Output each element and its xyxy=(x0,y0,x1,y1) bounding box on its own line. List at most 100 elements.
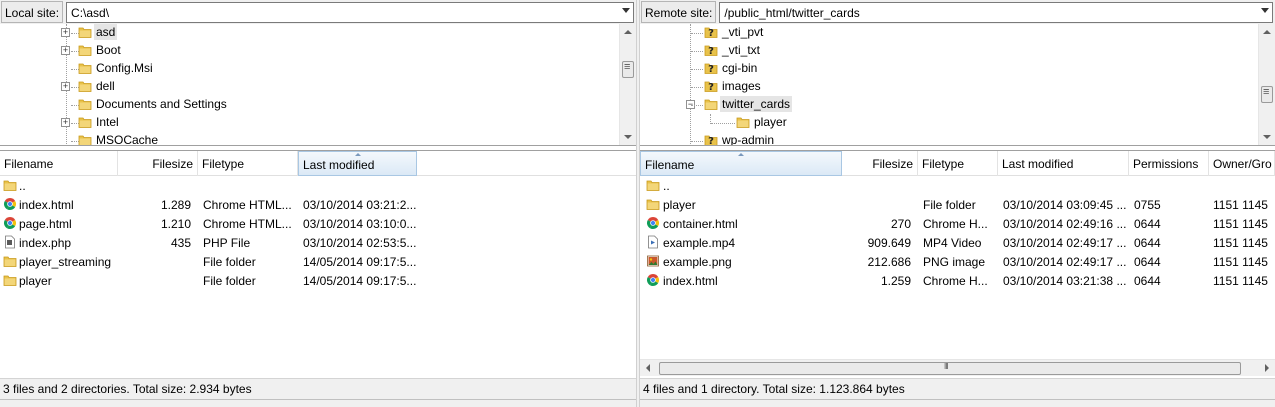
scroll-thumb[interactable] xyxy=(622,61,634,78)
tree-item[interactable]: ? _vti_pvt xyxy=(640,24,1250,42)
local-status-bar: 3 files and 2 directories. Total size: 2… xyxy=(0,378,636,399)
scroll-up-icon[interactable] xyxy=(624,30,632,34)
scroll-down-icon[interactable] xyxy=(624,135,632,139)
folder-icon xyxy=(78,97,92,114)
local-file-list[interactable]: Filename Filesize Filetype Last modified… xyxy=(0,150,636,376)
cell-name: index.html xyxy=(19,198,74,212)
col-last-modified[interactable]: Last modified xyxy=(998,151,1129,176)
expand-toggle-icon[interactable]: + xyxy=(61,46,70,55)
remote-file-list[interactable]: Filename Filesize Filetype Last modified… xyxy=(640,150,1275,376)
unknown-folder-icon: ? xyxy=(704,79,718,96)
table-row[interactable]: .. xyxy=(640,177,1275,196)
tree-item[interactable]: Config.Msi xyxy=(0,60,610,78)
remote-bottom-edge xyxy=(640,399,1275,407)
cell-perms: 0644 xyxy=(1134,255,1161,269)
tree-item[interactable]: ? cgi-bin xyxy=(640,60,1250,78)
table-row[interactable]: index.html 1.289 Chrome HTML... 03/10/2014 … xyxy=(0,196,636,215)
cell-owner: 1151 1145 xyxy=(1213,217,1268,231)
col-filename[interactable]: Filename xyxy=(0,151,118,176)
cell-modified: 03/10/2014 03:10:0... xyxy=(303,217,416,231)
scroll-up-icon[interactable] xyxy=(1263,30,1271,34)
folder-icon xyxy=(736,115,750,132)
tree-guide-line xyxy=(691,69,703,70)
sort-indicator-icon xyxy=(355,153,361,156)
remote-list-hscrollbar[interactable] xyxy=(640,359,1275,376)
chevron-down-icon[interactable] xyxy=(1261,7,1269,13)
col-filesize[interactable]: Filesize xyxy=(842,151,918,176)
cell-type: File folder xyxy=(923,198,976,212)
tree-item-label: cgi-bin xyxy=(722,61,758,75)
tree-item[interactable]: − twitter_cards xyxy=(640,96,1250,114)
cell-size: 1.259 xyxy=(880,274,911,288)
local-site-label: Local site: xyxy=(1,1,64,23)
table-row[interactable]: player_streaming File folder 14/05/2014 09… xyxy=(0,253,636,272)
tree-guide-line xyxy=(691,105,703,106)
tree-guide-line xyxy=(691,87,703,88)
cell-name: player xyxy=(663,198,696,212)
chevron-down-icon[interactable] xyxy=(622,7,630,13)
scroll-thumb[interactable] xyxy=(1261,86,1273,103)
col-filename[interactable]: Filename xyxy=(640,151,842,176)
cell-type: PHP File xyxy=(203,236,251,250)
table-row[interactable]: example.mp4 909.649 MP4 Video 03/10/2014 02… xyxy=(640,234,1275,253)
tree-item[interactable]: ? wp-admin xyxy=(640,132,1250,145)
table-row[interactable]: container.html 270 Chrome H... 03/10/2014 0… xyxy=(640,215,1275,234)
expand-toggle-icon[interactable]: + xyxy=(61,118,70,127)
scroll-right-icon[interactable] xyxy=(1265,364,1269,372)
tree-item[interactable]: player xyxy=(640,114,1250,132)
sort-indicator-icon xyxy=(738,153,744,156)
col-filetype[interactable]: Filetype xyxy=(198,151,298,176)
local-site-path-combo[interactable]: C:\asd\ xyxy=(66,1,634,23)
table-row[interactable]: .. xyxy=(0,177,636,196)
tree-guide-line xyxy=(691,141,703,142)
folder-icon xyxy=(3,273,17,287)
cell-name: page.html xyxy=(19,217,72,231)
cell-owner: 1151 1145 xyxy=(1213,255,1268,269)
table-row[interactable]: page.html 1.210 Chrome HTML... 03/10/2014 0… xyxy=(0,215,636,234)
table-row[interactable]: player File folder 14/05/2014 09:17:5... xyxy=(0,272,636,291)
local-tree-scrollbar[interactable] xyxy=(619,24,636,145)
tree-item-label: MSOCache xyxy=(96,133,159,146)
tree-item[interactable]: Documents and Settings xyxy=(0,96,610,114)
cell-owner: 1151 1145 xyxy=(1213,198,1268,212)
local-directory-tree[interactable]: + asd + Boot Config.Msi + dell Documents and Se… xyxy=(0,24,636,146)
col-last-modified[interactable]: Last modified xyxy=(298,151,417,176)
local-bottom-edge xyxy=(0,399,636,407)
tree-item[interactable]: MSOCache xyxy=(0,132,610,146)
folder-icon xyxy=(3,178,17,192)
cell-modified: 03/10/2014 02:49:16 ... xyxy=(1003,217,1127,231)
col-filesize[interactable]: Filesize xyxy=(118,151,198,176)
tree-item[interactable]: + Intel xyxy=(0,114,610,132)
remote-site-path-combo[interactable]: /public_html/twitter_cards xyxy=(719,1,1273,23)
cell-size: 270 xyxy=(890,217,911,231)
cell-size: 1.210 xyxy=(160,217,191,231)
table-row[interactable]: index.php 435 PHP File 03/10/2014 02:53:5..… xyxy=(0,234,636,253)
tree-item[interactable]: + dell xyxy=(0,78,610,96)
cell-name: example.mp4 xyxy=(663,236,736,250)
col-filename-label: Filename xyxy=(645,158,695,172)
cell-modified: 14/05/2014 09:17:5... xyxy=(303,255,416,269)
expand-toggle-icon[interactable]: + xyxy=(61,28,70,37)
col-permissions[interactable]: Permissions xyxy=(1129,151,1209,176)
tree-item[interactable]: + asd xyxy=(0,24,610,42)
table-row[interactable]: player File folder 03/10/2014 03:09:45 ...… xyxy=(640,196,1275,215)
cell-size: 435 xyxy=(170,236,191,250)
col-owner-group[interactable]: Owner/Gro xyxy=(1209,151,1275,176)
table-row[interactable]: index.html 1.259 Chrome H... 03/10/2014 03:… xyxy=(640,272,1275,291)
remote-site-path-value[interactable]: /public_html/twitter_cards xyxy=(724,6,859,20)
scroll-thumb[interactable] xyxy=(659,362,1241,375)
col-last-modified-label: Last modified xyxy=(303,158,375,172)
image-file-icon xyxy=(646,254,660,268)
cell-type: Chrome H... xyxy=(923,274,988,288)
expand-toggle-icon[interactable]: + xyxy=(61,82,70,91)
tree-item[interactable]: + Boot xyxy=(0,42,610,60)
tree-item[interactable]: ? _vti_txt xyxy=(640,42,1250,60)
remote-tree-scrollbar[interactable] xyxy=(1258,24,1275,145)
local-site-path-value[interactable]: C:\asd\ xyxy=(71,6,109,20)
scroll-left-icon[interactable] xyxy=(646,364,650,372)
col-filetype[interactable]: Filetype xyxy=(918,151,998,176)
remote-directory-tree[interactable]: ? _vti_pvt? _vti_txt? cgi-bin? images −twitte… xyxy=(640,24,1275,146)
table-row[interactable]: example.png 212.686 PNG image 03/10/2014 02… xyxy=(640,253,1275,272)
scroll-down-icon[interactable] xyxy=(1263,135,1271,139)
tree-item[interactable]: ? images xyxy=(640,78,1250,96)
